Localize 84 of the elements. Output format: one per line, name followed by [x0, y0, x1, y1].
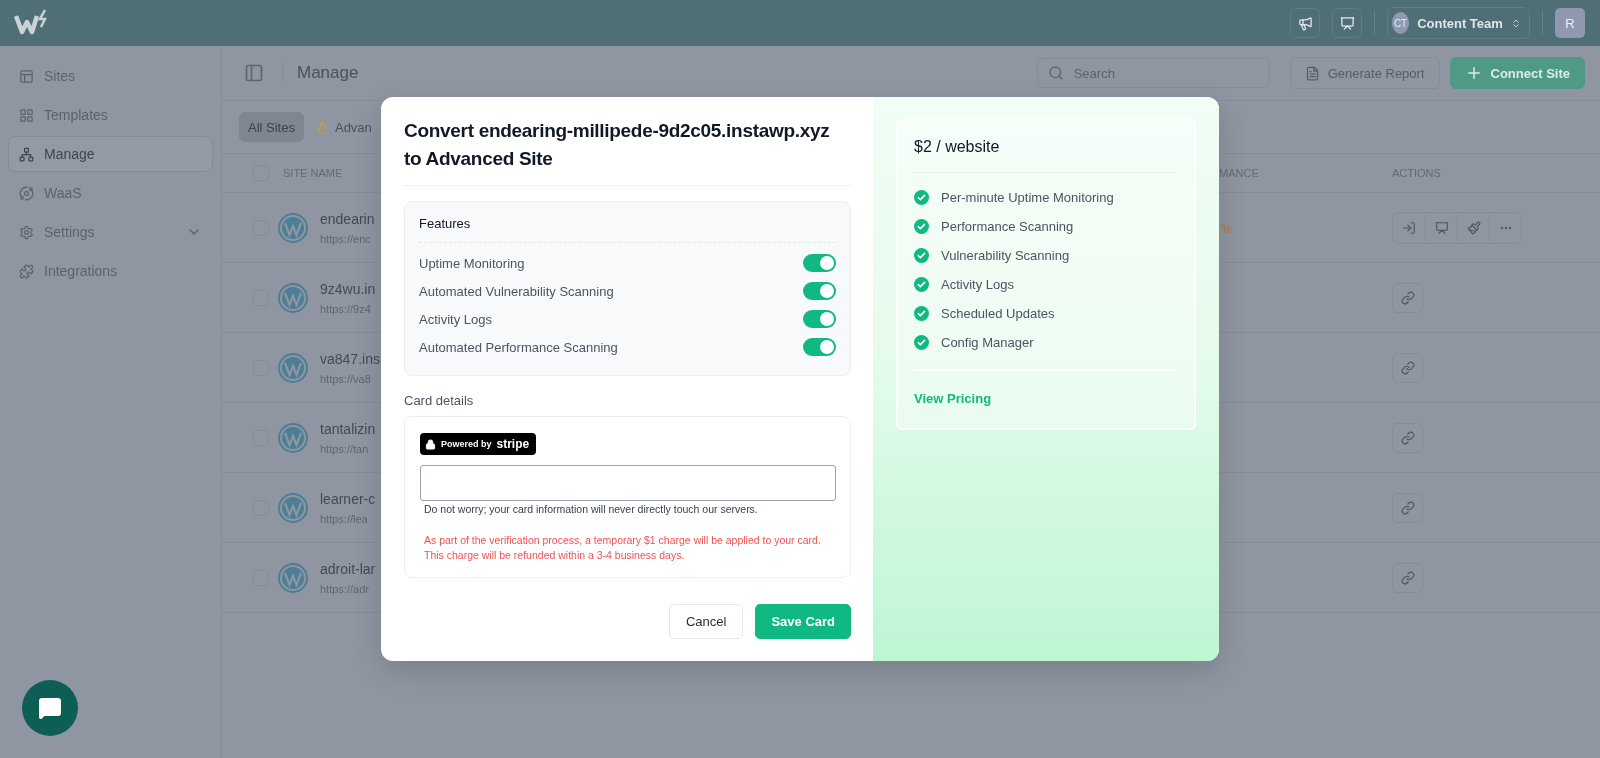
site-logo-icon — [278, 352, 308, 383]
nav-icon — [19, 68, 34, 84]
flame-icon — [314, 120, 329, 134]
connect-button[interactable]: Connect Site — [1449, 57, 1585, 89]
report-button[interactable]: Generate Report — [1289, 57, 1440, 89]
chat-icon — [38, 696, 62, 720]
team-select[interactable]: CT Content Team — [1387, 7, 1530, 39]
chat-button[interactable] — [22, 680, 78, 736]
check-circle-icon — [914, 190, 929, 205]
pricing-link[interactable]: View Pricing — [914, 391, 992, 406]
feature-toggle[interactable] — [803, 254, 836, 272]
link-icon — [1400, 570, 1415, 585]
brush-icon — [1466, 220, 1481, 235]
nav-icon — [19, 263, 34, 279]
plan-feature: Performance Scanning — [941, 219, 1074, 234]
nav-icon — [19, 107, 34, 123]
link-button[interactable] — [1392, 282, 1423, 313]
check-circle-icon — [914, 277, 929, 292]
sidebar-toggle-icon[interactable] — [244, 63, 264, 83]
nav-icon — [19, 185, 34, 201]
site-logo-icon — [278, 562, 308, 593]
filter-tab[interactable]: Advan — [305, 112, 381, 142]
presentation-icon — [1339, 15, 1355, 31]
link-button[interactable] — [1392, 352, 1423, 383]
save-button[interactable]: Save Card — [755, 604, 851, 639]
cancel-button[interactable]: Cancel — [668, 604, 744, 639]
feature-label: Uptime Monitoring — [419, 255, 525, 271]
link-button[interactable] — [1392, 422, 1423, 453]
presentation-button[interactable] — [1332, 8, 1362, 38]
feature-label: Automated Vulnerability Scanning — [419, 283, 614, 299]
site-name: adroit-lar — [320, 560, 376, 577]
site-name: tantalizin — [320, 420, 376, 437]
stripe-badge: Powered by stripe — [420, 433, 537, 455]
check-circle-icon — [914, 248, 929, 263]
site-logo-icon — [278, 212, 308, 243]
presentation-icon — [1434, 220, 1449, 235]
card-note: Do not worry; your card information will never directly touch our servers. — [423, 503, 759, 515]
page-title: Manage — [297, 63, 359, 83]
login-icon — [1402, 220, 1416, 235]
feature-toggle[interactable] — [803, 338, 836, 356]
nav-icon — [19, 224, 34, 240]
site-logo-icon — [278, 492, 308, 523]
features-heading: Features — [419, 216, 836, 243]
link-icon — [1400, 500, 1415, 515]
document-icon — [1304, 65, 1320, 81]
site-name: endearin — [320, 210, 375, 227]
feature-toggle[interactable] — [803, 310, 836, 328]
feature-toggle[interactable] — [803, 282, 836, 300]
check-circle-icon — [914, 335, 929, 350]
team-name: Content Team — [1417, 15, 1503, 31]
filter-tab[interactable]: All Sites — [239, 112, 304, 142]
plan-feature: Scheduled Updates — [941, 306, 1055, 321]
team-avatar: CT — [1392, 12, 1410, 34]
charge-warning: As part of the verification process, a temporary $1 charge will be applied to your card. This charge will be refunded within a 3-4 business days. — [423, 533, 822, 563]
plan-feature: Activity Logs — [941, 277, 1014, 292]
user-avatar[interactable]: R — [1555, 8, 1585, 38]
site-logo-icon — [278, 422, 308, 453]
sidebar-item[interactable]: Manage — [8, 136, 213, 172]
site-logo-icon — [278, 282, 308, 313]
link-button[interactable] — [1392, 562, 1423, 593]
lock-icon — [425, 438, 436, 450]
card-details-label: Card details — [404, 393, 475, 408]
feature-label: Automated Performance Scanning — [419, 339, 618, 355]
modal-title: Convert endearing-millipede-9d2c05.instawp.xyz to Advanced Site — [404, 117, 851, 186]
site-name: va847.ins — [320, 350, 380, 367]
megaphone-icon — [1297, 15, 1313, 31]
link-icon — [1400, 290, 1415, 305]
site-name: learner-c — [320, 490, 376, 507]
link-button[interactable] — [1392, 492, 1423, 523]
card-input-field[interactable] — [420, 465, 836, 501]
announcements-button[interactable] — [1290, 8, 1320, 38]
nav-icon — [19, 146, 34, 162]
site-name: 9z4wu.in — [320, 280, 376, 297]
table-cell: % — [1221, 221, 1232, 236]
link-icon — [1400, 430, 1415, 445]
plan-feature: Per-minute Uptime Monitoring — [941, 190, 1114, 205]
search-icon — [1047, 65, 1064, 81]
plan-price: $2 / website — [914, 138, 1178, 173]
plan-feature: Vulnerability Scanning — [941, 248, 1070, 263]
link-icon — [1400, 360, 1415, 375]
feature-label: Activity Logs — [419, 311, 492, 327]
check-circle-icon — [914, 219, 929, 234]
plan-feature: Config Manager — [941, 335, 1034, 350]
check-circle-icon — [914, 306, 929, 321]
